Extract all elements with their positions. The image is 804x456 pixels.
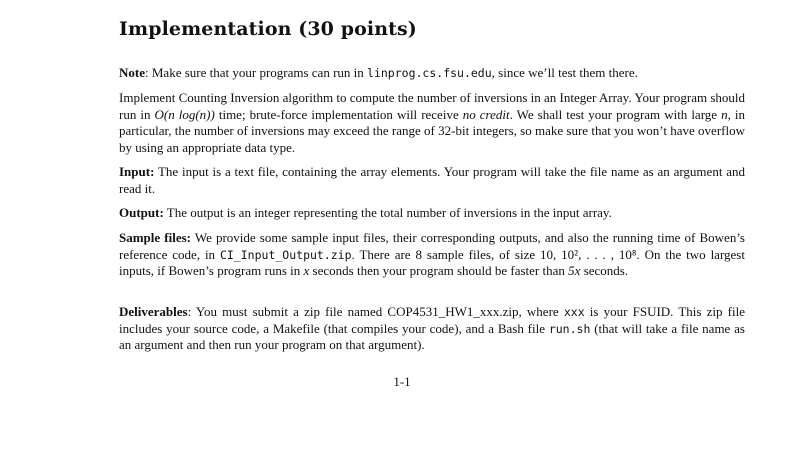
note-text-1: : Make sure that your programs can run i…	[145, 65, 368, 80]
sample-text-5: seconds.	[580, 263, 629, 278]
sample-files-paragraph: Sample files: We provide some sample inp…	[119, 230, 745, 280]
note-text-2: , since we’ll test them there.	[491, 65, 638, 80]
implementation-paragraph: Implement Counting Inversion algorithm t…	[119, 90, 745, 156]
document-page: Implementation (30 points) Note: Make su…	[119, 16, 745, 352]
sample-files-label: Sample files:	[119, 230, 191, 245]
input-paragraph: Input: The input is a text file, contain…	[119, 164, 745, 197]
complexity-expression: O(n log(n))	[154, 106, 215, 122]
deliverables-paragraph: Deliverables: You must submit a zip file…	[119, 304, 745, 354]
output-paragraph: Output: The output is an integer represe…	[119, 205, 745, 222]
impl-text-2: time; brute-force implementation will re…	[214, 106, 463, 122]
deliv-text-1: : You must submit a zip file named COP45…	[187, 304, 564, 319]
sample-text-4: seconds then your program should be fast…	[309, 263, 569, 278]
page-number: 1-1	[393, 374, 411, 389]
no-credit-emphasis: no credit	[462, 106, 510, 122]
run-script-name: run.sh	[548, 321, 591, 336]
sample-text-2: . There are 8 sample files, of size	[351, 246, 541, 262]
deliverables-label: Deliverables	[119, 304, 188, 319]
server-host: linprog.cs.fsu.edu	[367, 66, 492, 80]
section-title: Implementation (30 points)	[119, 18, 417, 40]
sample-sizes: 10, 10², . . . , 10⁸	[540, 246, 637, 262]
impl-text-3: . We shall test your program with large	[509, 106, 722, 122]
output-text: The output is an integer representing th…	[163, 205, 612, 220]
input-label: Input:	[119, 164, 155, 179]
sample-archive-name: CI_Input_Output.zip	[219, 247, 352, 262]
five-x-expression: 5x	[568, 263, 581, 278]
fsuid-placeholder: xxx	[563, 305, 585, 319]
note-paragraph: Note: Make sure that your programs can r…	[119, 65, 745, 82]
output-label: Output:	[119, 205, 164, 220]
input-text: The input is a text file, containing the…	[119, 164, 745, 196]
note-label: Note	[119, 65, 145, 80]
